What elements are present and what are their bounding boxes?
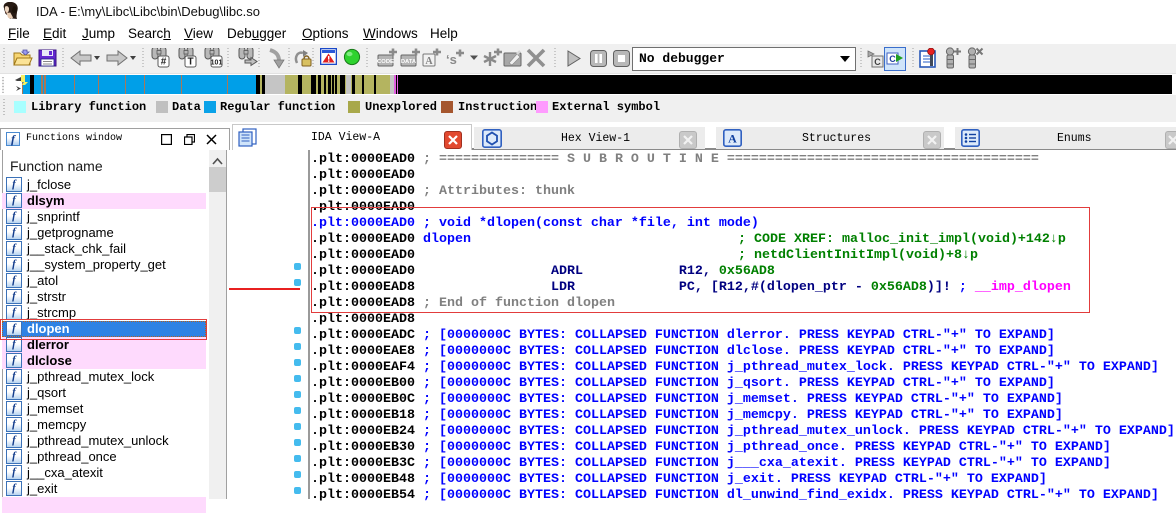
svg-text:C: C	[889, 54, 896, 64]
svg-text:‘s: ‘s	[446, 52, 457, 67]
svg-text:C: C	[874, 57, 881, 67]
svg-text:#: #	[161, 57, 167, 68]
svg-text:CODE: CODE	[377, 59, 394, 65]
svg-text:DATA: DATA	[401, 59, 417, 65]
svg-text:A: A	[425, 56, 433, 67]
svg-text:101: 101	[211, 60, 223, 67]
svg-text:A: A	[728, 132, 737, 146]
svg-text:T: T	[187, 57, 193, 68]
